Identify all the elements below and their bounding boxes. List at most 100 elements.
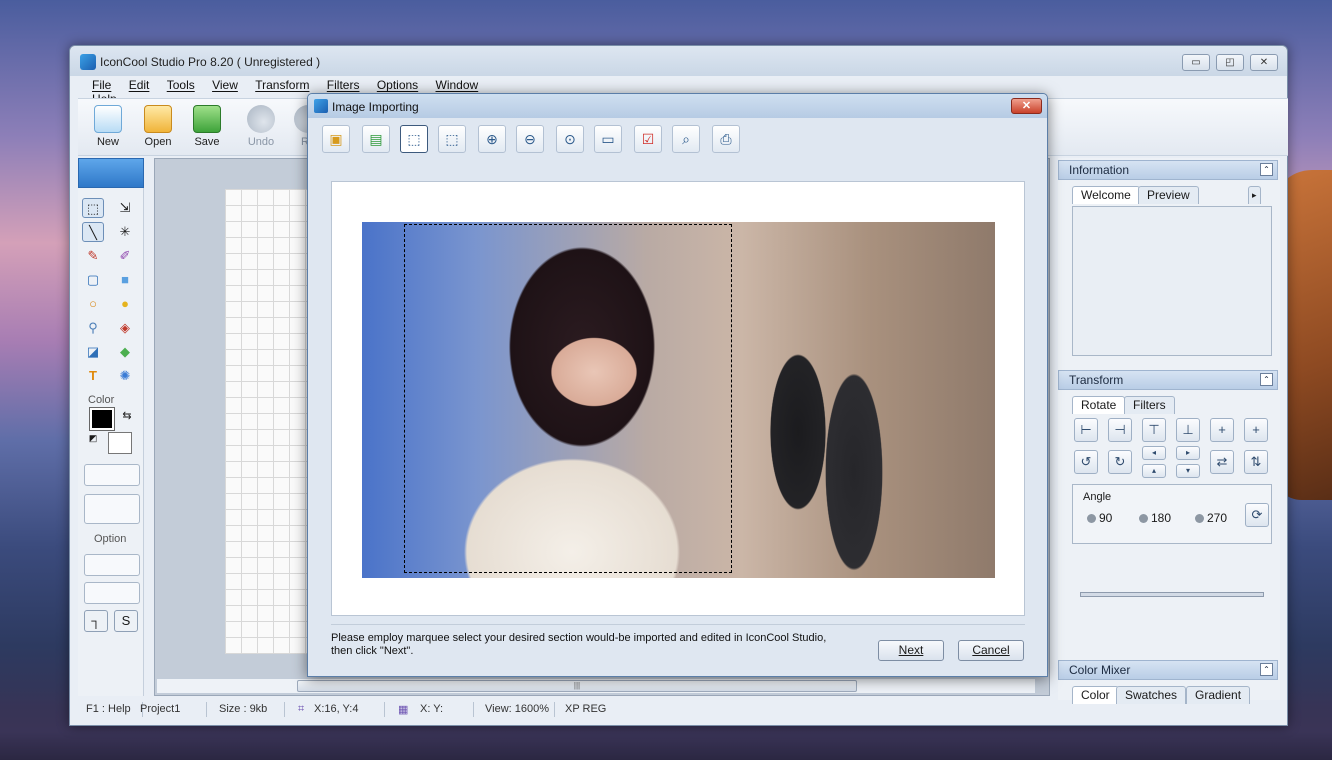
- tab-welcome[interactable]: Welcome: [1072, 186, 1140, 204]
- menu-tools[interactable]: Tools: [167, 78, 195, 92]
- color-mixer-panel-header[interactable]: Color Mixer ⌃: [1058, 660, 1278, 680]
- scrollbar-thumb[interactable]: |||: [297, 680, 857, 692]
- next-button[interactable]: Next: [878, 640, 944, 661]
- restore-button[interactable]: ◰: [1216, 54, 1244, 71]
- pencil-tool-icon[interactable]: ✎: [82, 246, 104, 266]
- menu-filters[interactable]: Filters: [327, 78, 360, 92]
- rotate-left-icon[interactable]: ↺: [1074, 450, 1098, 474]
- gem-tool-icon[interactable]: ◆: [114, 342, 136, 362]
- menu-view[interactable]: View: [212, 78, 238, 92]
- swap-colors-icon[interactable]: ⇆: [116, 406, 138, 426]
- marquee-selection[interactable]: [404, 224, 732, 573]
- preview-icon[interactable]: ⌕: [672, 125, 700, 153]
- reset-colors-icon[interactable]: ◩: [82, 428, 104, 448]
- status-divider: [473, 702, 474, 717]
- background-color-swatch[interactable]: [108, 432, 132, 454]
- flip-horizontal-icon[interactable]: ⇄: [1210, 450, 1234, 474]
- menu-transform[interactable]: Transform: [255, 78, 309, 92]
- flip-vertical-icon[interactable]: ⇅: [1244, 450, 1268, 474]
- image-import-tool-icon[interactable]: [84, 494, 140, 524]
- print-icon[interactable]: ⎙: [712, 125, 740, 153]
- dialog-close-button[interactable]: ✕: [1011, 98, 1042, 114]
- zoom-out-icon[interactable]: ⊖: [516, 125, 544, 153]
- marquee-select-icon[interactable]: ⬚: [438, 125, 466, 153]
- menu-file[interactable]: File: [92, 78, 111, 92]
- tab-filters[interactable]: Filters: [1124, 396, 1175, 414]
- undo-button[interactable]: Undo: [239, 103, 283, 153]
- menu-edit[interactable]: Edit: [129, 78, 150, 92]
- angle-slider[interactable]: [1080, 592, 1264, 597]
- corner-style-icon[interactable]: ┐: [84, 610, 108, 632]
- mode-status: XP REG: [565, 703, 607, 715]
- angle-180-radio[interactable]: 180: [1139, 511, 1171, 525]
- eyedropper-tool-icon[interactable]: ⚲: [82, 318, 104, 338]
- magic-wand-tool-icon[interactable]: ✳: [114, 222, 136, 242]
- angle-270-radio[interactable]: 270: [1195, 511, 1227, 525]
- tool-palette-header-icon[interactable]: [78, 158, 144, 188]
- align-top-icon[interactable]: ⊤: [1142, 418, 1166, 442]
- filled-rectangle-tool-icon[interactable]: ■: [114, 270, 136, 290]
- eraser-tool-icon[interactable]: ◪: [82, 342, 104, 362]
- nudge-down-icon[interactable]: ▾: [1176, 464, 1200, 478]
- horizontal-scrollbar[interactable]: |||: [156, 678, 1036, 694]
- new-button[interactable]: New: [86, 103, 130, 153]
- filled-ellipse-tool-icon[interactable]: ●: [114, 294, 136, 314]
- text-tool-icon[interactable]: T: [82, 366, 104, 386]
- shape-option-icon[interactable]: [84, 554, 140, 576]
- angle-90-radio[interactable]: 90: [1087, 511, 1112, 525]
- menu-window[interactable]: Window: [436, 78, 479, 92]
- zoom-actual-icon[interactable]: ⊙: [556, 125, 584, 153]
- select-all-icon[interactable]: ☑: [634, 125, 662, 153]
- tab-scroll-right-icon[interactable]: ▸: [1248, 186, 1261, 204]
- align-right-icon[interactable]: ⊣: [1108, 418, 1132, 442]
- marquee-select-tool-icon[interactable]: ⬚: [82, 198, 104, 218]
- fill-bucket-tool-icon[interactable]: ◈: [114, 318, 136, 338]
- save-disk-icon: [193, 105, 221, 133]
- align-left-icon[interactable]: ⊢: [1074, 418, 1098, 442]
- marquee-add-icon[interactable]: ⬚: [400, 125, 428, 153]
- nudge-left-icon[interactable]: ◂: [1142, 446, 1166, 460]
- fit-window-icon[interactable]: ▭: [594, 125, 622, 153]
- open-button[interactable]: Open: [136, 103, 180, 153]
- new-file-icon: [94, 105, 122, 133]
- zoom-in-icon[interactable]: ⊕: [478, 125, 506, 153]
- tab-rotate[interactable]: Rotate: [1072, 396, 1126, 414]
- collapse-icon[interactable]: ⌃: [1260, 373, 1273, 386]
- collapse-icon[interactable]: ⌃: [1260, 163, 1273, 176]
- collapse-icon[interactable]: ⌃: [1260, 663, 1273, 676]
- dialog-title: Image Importing: [332, 100, 419, 114]
- undo-label: Undo: [247, 136, 275, 148]
- minimize-button[interactable]: ▭: [1182, 54, 1210, 71]
- rotate-right-icon[interactable]: ↻: [1108, 450, 1132, 474]
- menu-options[interactable]: Options: [377, 78, 418, 92]
- light-effect-tool-icon[interactable]: ✺: [114, 366, 136, 386]
- open-image-icon[interactable]: ▣: [322, 125, 350, 153]
- line-width-option-icon[interactable]: [84, 582, 140, 604]
- align-bottom-icon[interactable]: ⊥: [1176, 418, 1200, 442]
- move-tool-icon[interactable]: ⇲: [114, 198, 136, 218]
- tab-preview[interactable]: Preview: [1138, 186, 1199, 204]
- dialog-title-bar[interactable]: Image Importing ✕: [308, 94, 1047, 118]
- save-label: Save: [194, 136, 220, 148]
- close-button[interactable]: ✕: [1250, 54, 1278, 71]
- welcome-content: [1072, 206, 1272, 356]
- foreground-color-swatch[interactable]: [89, 407, 115, 431]
- gradient-strip-icon[interactable]: [84, 464, 140, 486]
- curve-style-icon[interactable]: S: [114, 610, 138, 632]
- save-button[interactable]: Save: [185, 103, 229, 153]
- import-image-icon[interactable]: ▤: [362, 125, 390, 153]
- brush-tool-icon[interactable]: ✐: [114, 246, 136, 266]
- nudge-right-icon[interactable]: ▸: [1176, 446, 1200, 460]
- rectangle-tool-icon[interactable]: ▢: [82, 270, 104, 290]
- dialog-app-icon: [314, 99, 328, 113]
- center-horizontal-icon[interactable]: +: [1210, 418, 1234, 442]
- transform-panel-header[interactable]: Transform ⌃: [1058, 370, 1278, 390]
- nudge-up-icon[interactable]: ▴: [1142, 464, 1166, 478]
- cancel-button[interactable]: Cancel: [958, 640, 1024, 661]
- ellipse-tool-icon[interactable]: ○: [82, 294, 104, 314]
- instruction-line-2: then click "Next".: [331, 645, 414, 657]
- center-vertical-icon[interactable]: +: [1244, 418, 1268, 442]
- line-tool-icon[interactable]: ╲: [82, 222, 104, 242]
- information-panel-header[interactable]: Information ⌃: [1058, 160, 1278, 180]
- apply-rotate-icon[interactable]: ⟳: [1245, 503, 1269, 527]
